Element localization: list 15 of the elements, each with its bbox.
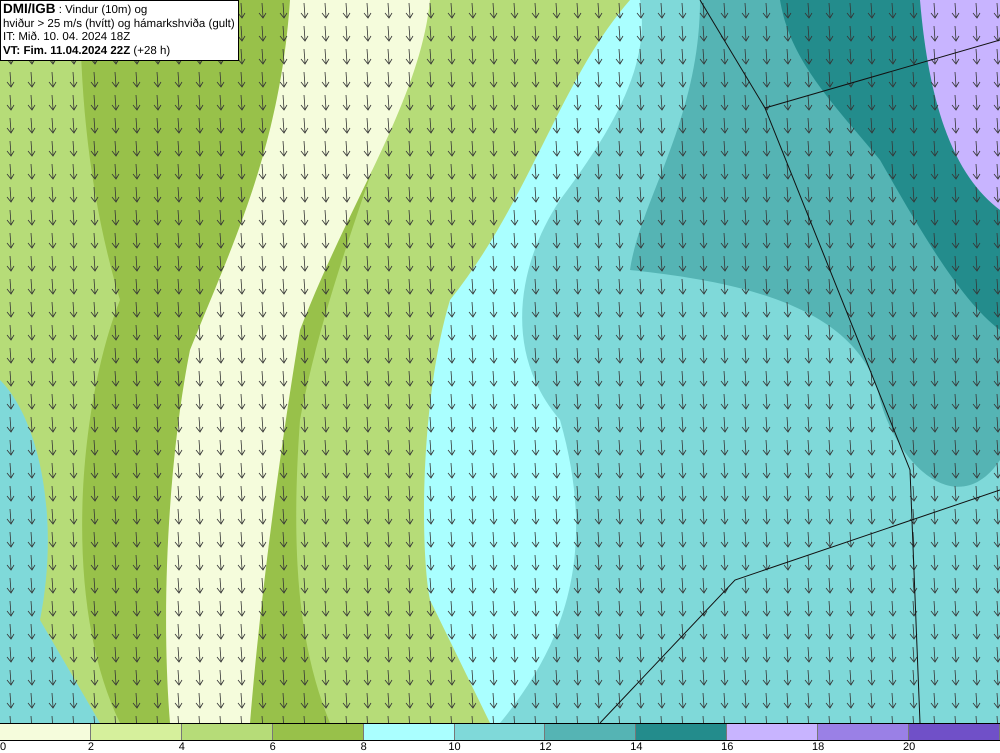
scale-label: 8 <box>360 741 367 753</box>
scale-label: 10 <box>448 741 461 753</box>
scale-label: 0 <box>0 741 6 753</box>
scale-label: 20 <box>902 741 916 753</box>
info-text: VT: Fim. 11.04.2024 22Z (+28 h) <box>3 44 172 58</box>
scale-label: 2 <box>88 741 94 753</box>
scale-label: 6 <box>270 741 276 753</box>
info-text: DMI/IGB : Vindur (10m) og <box>3 2 148 18</box>
info-text: hviður > 25 m/s (hvítt) og hámarkshviða (gult) <box>3 18 235 31</box>
scale-label: 12 <box>539 741 552 753</box>
info-text: IT: Mið. 10. 04. 2024 18Z <box>3 31 132 44</box>
scale-label: 4 <box>178 741 185 753</box>
scale-label: 18 <box>812 741 824 753</box>
scale-label: 14 <box>630 741 642 753</box>
scale-label: 16 <box>721 741 734 753</box>
